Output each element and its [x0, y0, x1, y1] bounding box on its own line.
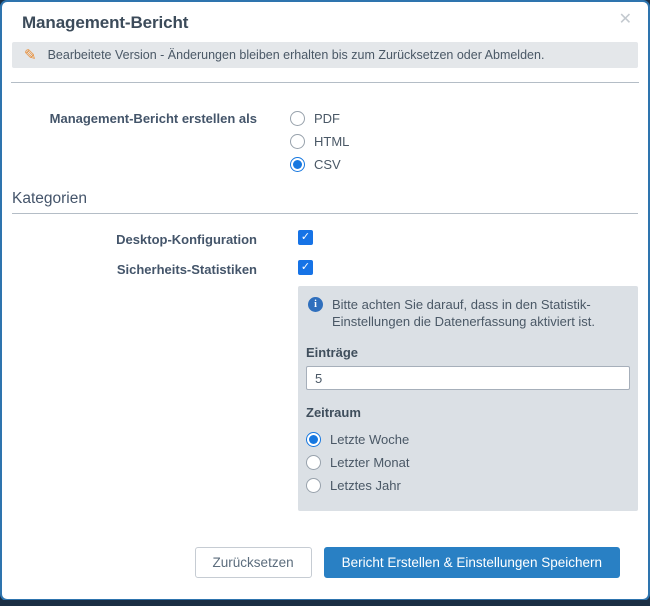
management-report-dialog: Management-Bericht ✕ ✎ Bearbeitete Versi…: [0, 0, 650, 601]
security-stats-label: Sicherheits-Statistiken: [12, 260, 257, 277]
desktop-config-label: Desktop-Konfiguration: [12, 230, 257, 247]
radio-csv-label: CSV: [314, 157, 341, 172]
radio-csv[interactable]: [290, 157, 305, 172]
dialog-header: Management-Bericht ✕: [2, 2, 648, 40]
radio-html[interactable]: [290, 134, 305, 149]
categories-divider: [12, 213, 638, 214]
info-text: Bitte achten Sie darauf, dass in den Sta…: [332, 296, 627, 330]
radio-option-last-year[interactable]: Letztes Jahr: [306, 474, 630, 497]
radio-pdf-label: PDF: [314, 111, 340, 126]
edited-version-notice: ✎ Bearbeitete Version - Änderungen bleib…: [12, 42, 638, 68]
entries-input[interactable]: [306, 366, 630, 390]
header-divider: [11, 82, 639, 83]
radio-last-week[interactable]: [306, 432, 321, 447]
report-format-label: Management-Bericht erstellen als: [12, 107, 257, 176]
radio-last-week-label: Letzte Woche: [330, 432, 409, 447]
radio-last-year-label: Letztes Jahr: [330, 478, 401, 493]
radio-option-pdf[interactable]: PDF: [290, 107, 349, 130]
info-row: i Bitte achten Sie darauf, dass in den S…: [306, 296, 630, 330]
categories-heading: Kategorien: [12, 190, 638, 208]
radio-html-label: HTML: [314, 134, 349, 149]
radio-last-year[interactable]: [306, 478, 321, 493]
period-label: Zeitraum: [306, 405, 630, 420]
statistics-settings-panel: i Bitte achten Sie darauf, dass in den S…: [298, 286, 638, 511]
reset-button[interactable]: Zurücksetzen: [195, 547, 312, 578]
radio-option-html[interactable]: HTML: [290, 130, 349, 153]
dialog-footer: Zurücksetzen Bericht Erstellen & Einstel…: [12, 547, 638, 578]
radio-option-csv[interactable]: CSV: [290, 153, 349, 176]
dialog-body: Management-Bericht erstellen als PDF HTM…: [2, 107, 648, 578]
period-radio-group: Letzte Woche Letzter Monat Letztes Jahr: [306, 428, 630, 497]
entries-label: Einträge: [306, 345, 630, 360]
radio-last-month[interactable]: [306, 455, 321, 470]
notice-text: Bearbeitete Version - Änderungen bleiben…: [48, 48, 545, 62]
security-stats-checkbox[interactable]: ✓: [298, 260, 313, 275]
close-icon[interactable]: ✕: [619, 10, 632, 30]
pencil-icon: ✎: [24, 48, 37, 63]
info-icon: i: [308, 297, 323, 312]
dialog-title: Management-Bericht: [22, 13, 628, 33]
radio-option-last-month[interactable]: Letzter Monat: [306, 451, 630, 474]
radio-last-month-label: Letzter Monat: [330, 455, 410, 470]
report-format-radio-group: PDF HTML CSV: [290, 107, 349, 176]
radio-option-last-week[interactable]: Letzte Woche: [306, 428, 630, 451]
desktop-config-row: Desktop-Konfiguration ✓: [12, 230, 638, 247]
security-stats-row: Sicherheits-Statistiken ✓: [12, 260, 638, 277]
background-bottom-bar: [0, 600, 650, 606]
desktop-config-checkbox[interactable]: ✓: [298, 230, 313, 245]
radio-pdf[interactable]: [290, 111, 305, 126]
report-format-row: Management-Bericht erstellen als PDF HTM…: [12, 107, 638, 176]
create-report-button[interactable]: Bericht Erstellen & Einstellungen Speich…: [324, 547, 620, 578]
